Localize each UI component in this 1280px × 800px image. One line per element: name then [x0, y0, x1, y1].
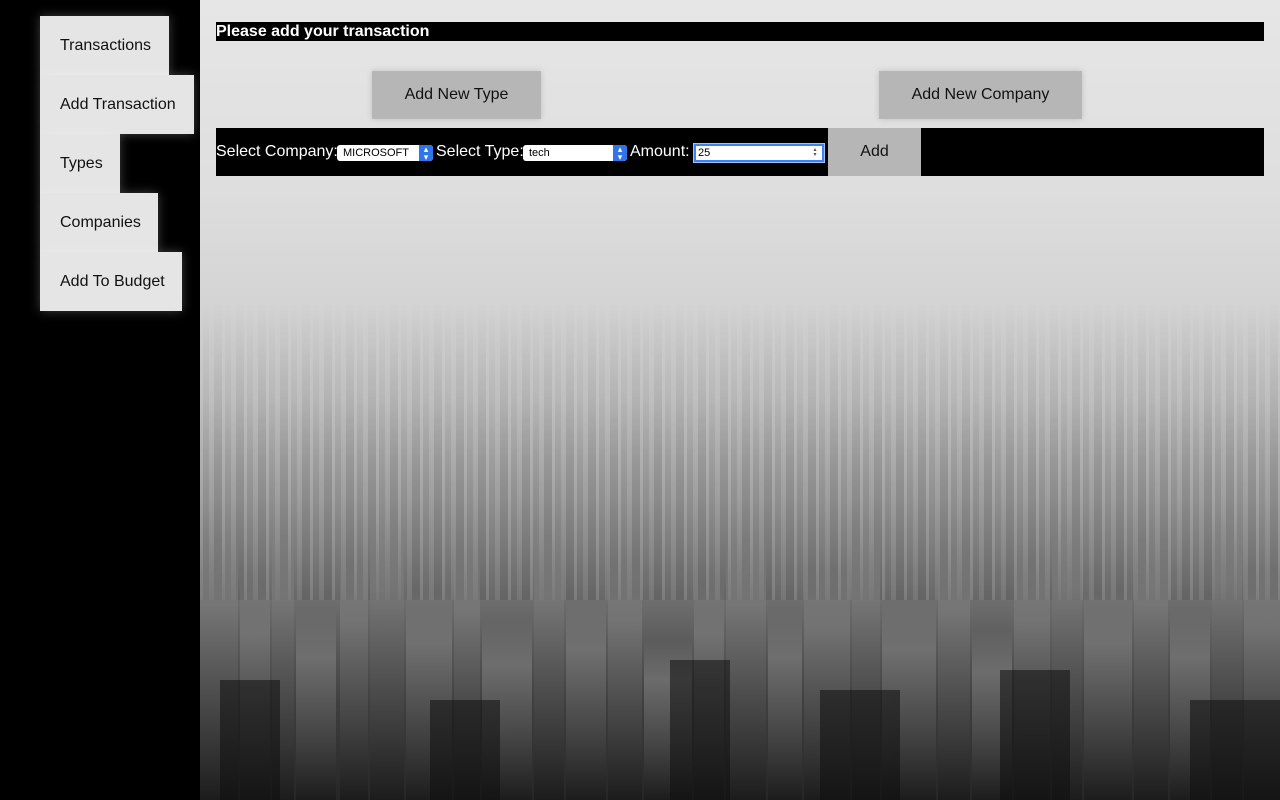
amount-input[interactable]: 25 ▴ ▾ [694, 144, 824, 162]
add-button-label: Add [860, 143, 889, 160]
add-button[interactable]: Add [828, 128, 921, 176]
company-label: Select Company: [216, 143, 338, 160]
nav-add-transaction-label: Add Transaction [60, 96, 176, 113]
stepper-icon[interactable]: ▴ ▾ [811, 147, 819, 158]
add-new-company-label: Add New Company [911, 86, 1050, 103]
nav-companies[interactable]: Companies [40, 193, 158, 252]
add-new-type-label: Add New Type [404, 86, 509, 103]
nav-add-to-budget-label: Add To Budget [60, 273, 165, 290]
page-heading-text: Please add your transaction [216, 23, 430, 40]
nav-add-to-budget[interactable]: Add To Budget [40, 252, 182, 311]
type-select-value: tech [529, 147, 550, 159]
amount-label: Amount: [630, 143, 690, 160]
nav-add-transaction[interactable]: Add Transaction [40, 75, 194, 134]
company-select-value: MICROSOFT [343, 147, 409, 159]
nav-transactions-label: Transactions [60, 37, 151, 54]
type-select[interactable]: tech ▴ ▾ [523, 145, 627, 161]
nav-types[interactable]: Types [40, 134, 120, 193]
type-label: Select Type: [436, 143, 524, 160]
main-content: Please add your transaction Add New Type… [200, 0, 1280, 800]
amount-input-value: 25 [698, 147, 711, 159]
page-heading: Please add your transaction [216, 22, 1264, 41]
chevron-updown-icon: ▴ ▾ [613, 145, 627, 161]
nav-types-label: Types [60, 155, 103, 172]
nav-transactions[interactable]: Transactions [40, 16, 169, 75]
nav-companies-label: Companies [60, 214, 141, 231]
sidebar: Transactions Add Transaction Types Compa… [0, 0, 200, 800]
city-skyline-background [200, 515, 1280, 800]
add-new-company-button[interactable]: Add New Company [879, 71, 1082, 119]
chevron-updown-icon: ▴ ▾ [419, 145, 433, 161]
company-select[interactable]: MICROSOFT ▴ ▾ [337, 145, 433, 161]
transaction-form: Select Company: MICROSOFT ▴ ▾ Select Type… [216, 128, 1264, 176]
add-new-type-button[interactable]: Add New Type [372, 71, 541, 119]
